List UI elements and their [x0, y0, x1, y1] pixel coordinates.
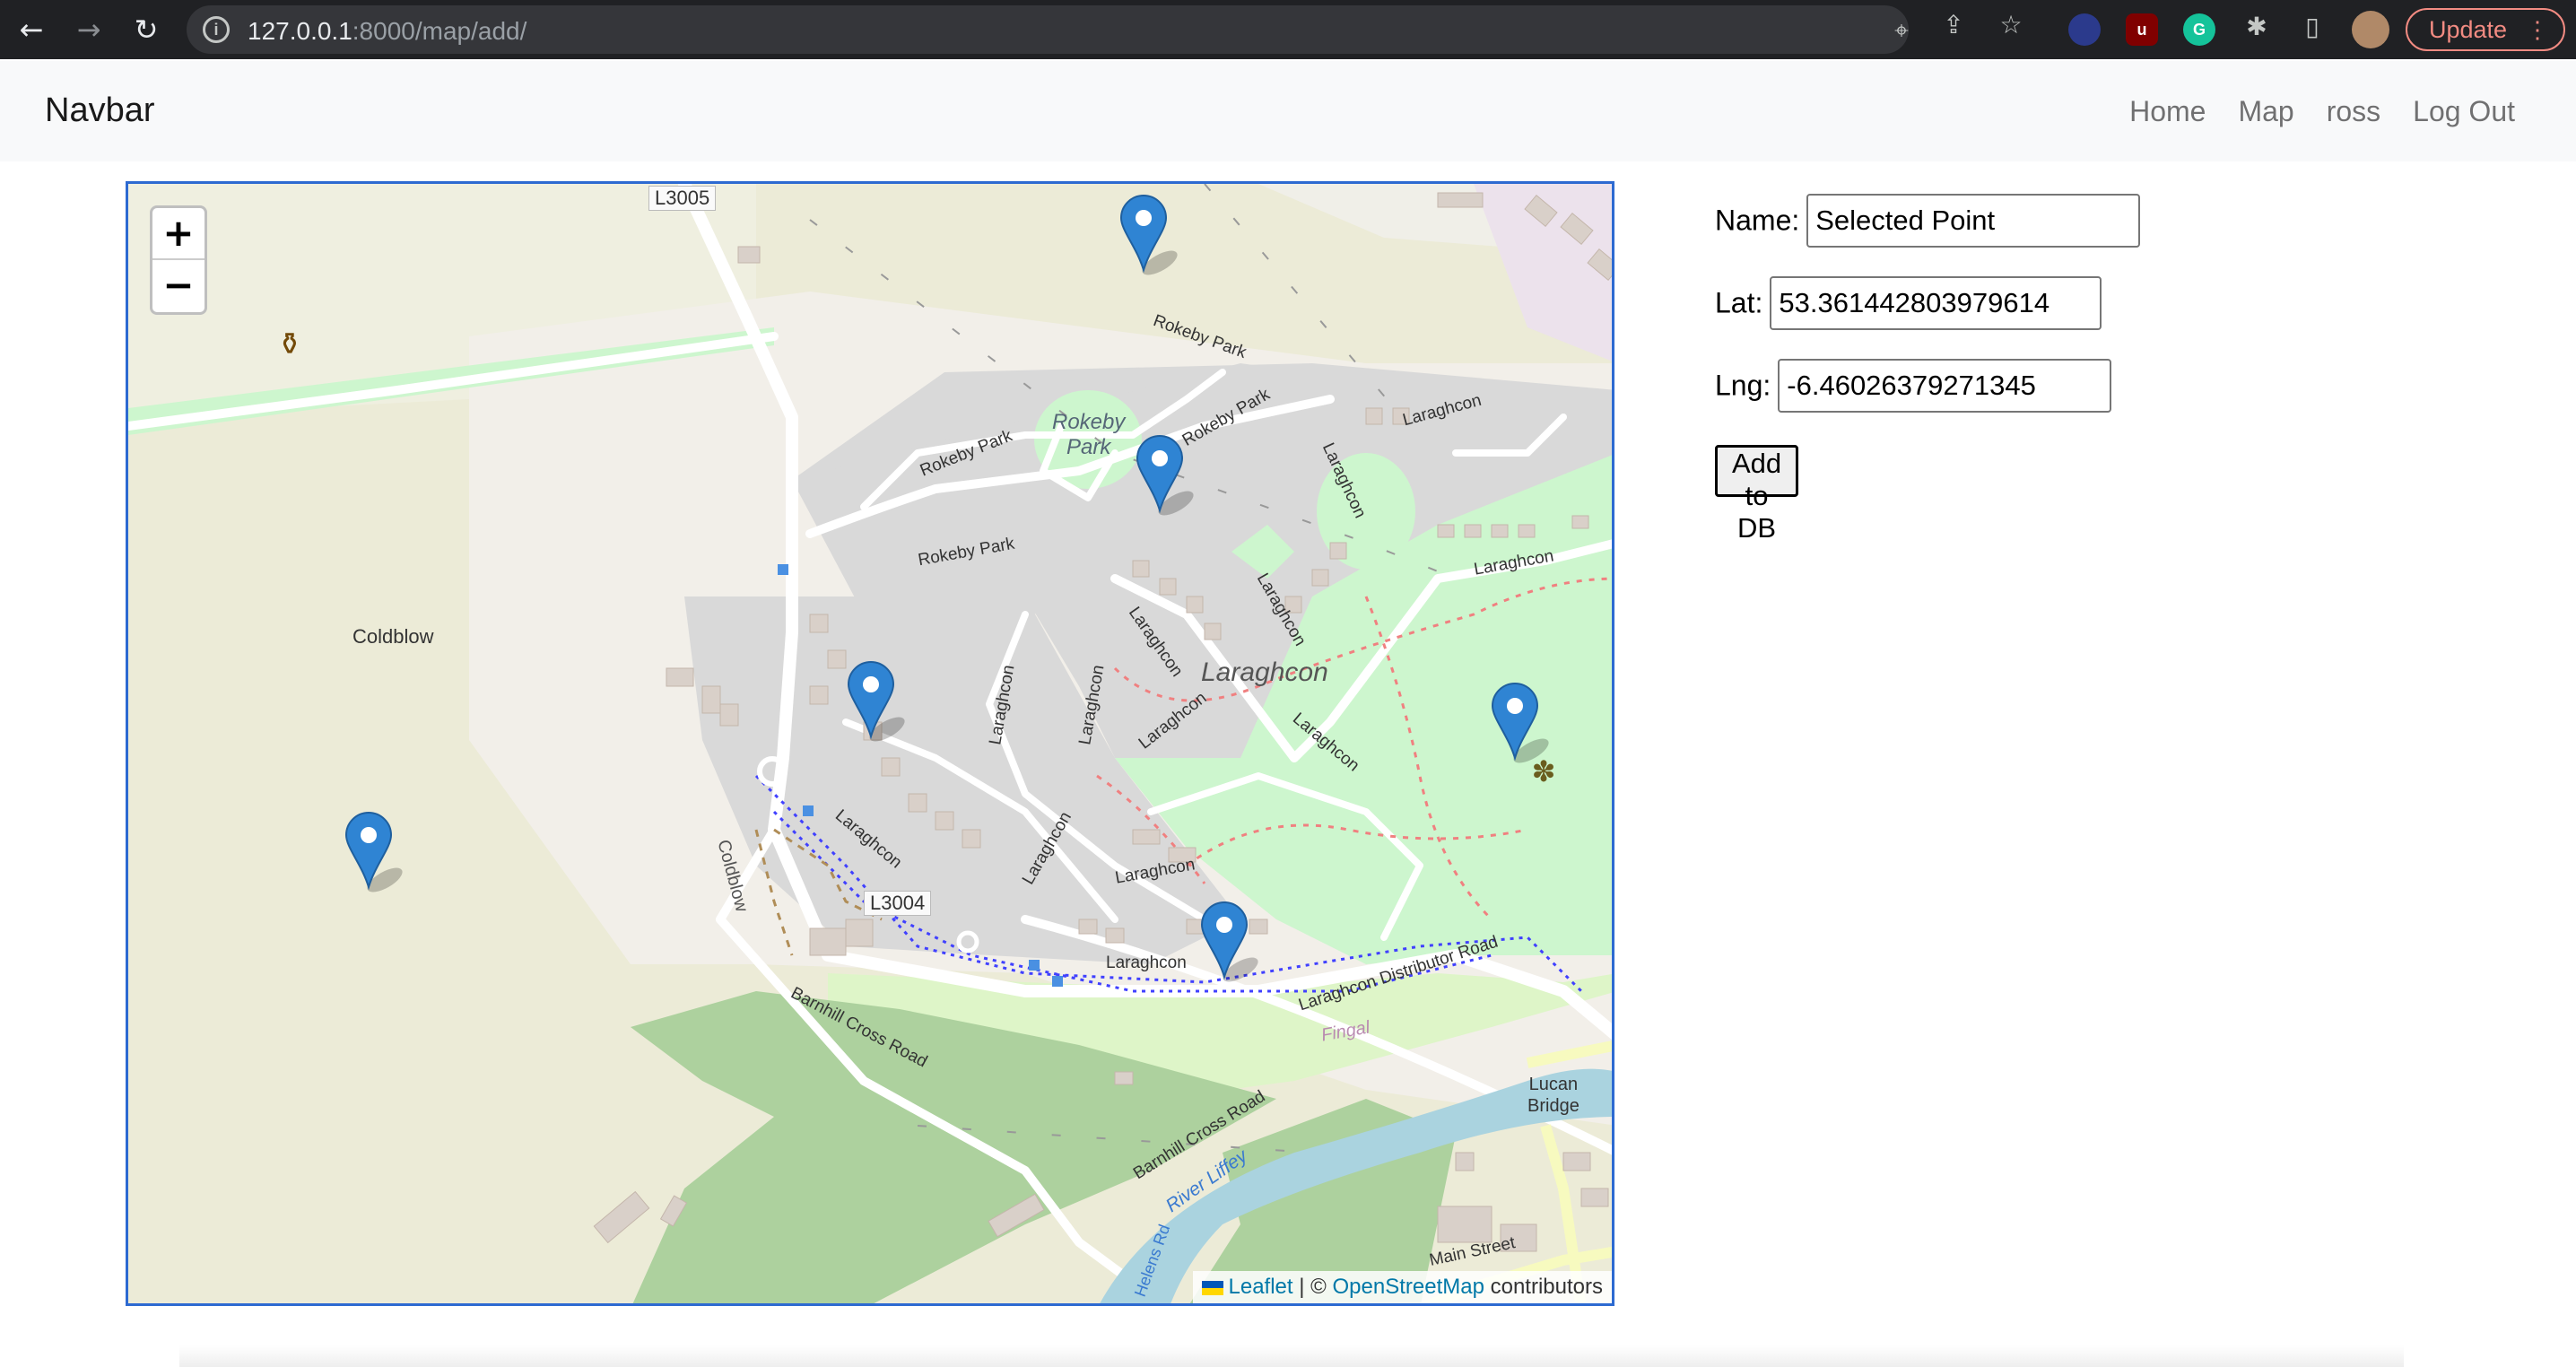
attribution-suffix: contributors: [1484, 1275, 1603, 1299]
forward-arrow-icon[interactable]: →: [70, 11, 108, 48]
back-arrow-icon[interactable]: ←: [13, 11, 50, 48]
lng-input[interactable]: [1778, 359, 2112, 413]
lat-label: Lat:: [1715, 286, 1763, 319]
navbar-brand[interactable]: Navbar: [45, 91, 155, 130]
more-menu-icon[interactable]: ⋮: [2526, 10, 2549, 49]
map-label-coldblow: Coldblow: [352, 625, 434, 648]
lng-label: Lng:: [1715, 369, 1771, 402]
leaflet-link[interactable]: Leaflet: [1229, 1275, 1293, 1299]
lng-row: Lng:: [1715, 359, 2112, 413]
update-label: Update: [2429, 16, 2508, 43]
grammarly-icon[interactable]: G: [2183, 13, 2215, 46]
ublock-icon[interactable]: u: [2126, 13, 2158, 46]
attribution-separator: | ©: [1292, 1275, 1333, 1299]
nav-link-user[interactable]: ross: [2327, 95, 2380, 128]
name-input[interactable]: [1806, 194, 2141, 248]
address-bar[interactable]: i 127.0.0.1:8000/map/add/ ⌖: [187, 5, 1909, 54]
update-button[interactable]: Update ⋮: [2406, 8, 2565, 51]
browser-toolbar: ← → ↻ i 127.0.0.1:8000/map/add/ ⌖ ⇪ ☆ u …: [0, 0, 2576, 59]
map-label-rokeby-park: Rokeby Park: [1052, 410, 1126, 459]
site-info-icon[interactable]: i: [203, 16, 230, 43]
location-pin-icon[interactable]: ⌖: [1889, 18, 1914, 43]
bookmark-star-icon[interactable]: ☆: [1998, 13, 2023, 38]
map-label-laraghcon-area: Laraghcon: [1201, 657, 1328, 687]
side-panel-icon[interactable]: ▯: [2300, 14, 2325, 39]
zoom-out-button[interactable]: −: [152, 260, 205, 312]
site-navbar: Navbar Home Map ross Log Out: [0, 61, 2576, 161]
zoom-control: + −: [150, 205, 207, 315]
add-to-db-button[interactable]: Add to DB: [1715, 445, 1799, 544]
url-path: :8000/map/add/: [352, 17, 527, 45]
zoom-in-button[interactable]: +: [152, 208, 205, 260]
nav-link-logout[interactable]: Log Out: [2413, 95, 2515, 128]
url-text[interactable]: 127.0.0.1:8000/map/add/: [248, 17, 527, 46]
map-label-l3004: L3004: [864, 891, 932, 916]
page-bottom-shadow: [179, 1345, 2404, 1367]
share-icon[interactable]: ⇪: [1941, 13, 1966, 38]
nav-link-map[interactable]: Map: [2238, 95, 2293, 128]
url-host: 127.0.0.1: [248, 17, 352, 45]
svg-text:⚱: ⚱: [277, 327, 303, 362]
profile-avatar[interactable]: [2352, 11, 2389, 48]
name-row: Name:: [1715, 194, 2141, 248]
osm-link[interactable]: OpenStreetMap: [1333, 1275, 1484, 1299]
map-label-lucan-bridge: Lucan Bridge: [1527, 1075, 1580, 1116]
lat-input[interactable]: [1770, 276, 2102, 330]
map-label-laraghcon-13: Laraghcon: [1106, 953, 1187, 972]
leaflet-map[interactable]: ⚱ ✽ L3005 L3004 Coldblow Coldblow Rokeby…: [126, 181, 1614, 1306]
map-tiles: ⚱ ✽: [128, 184, 1612, 1303]
map-label-l3005: L3005: [648, 186, 717, 211]
map-attribution: Leaflet | © OpenStreetMap contributors: [1192, 1271, 1612, 1303]
lat-row: Lat:: [1715, 276, 2102, 330]
name-label: Name:: [1715, 204, 1800, 237]
svg-text:✽: ✽: [1532, 754, 1556, 788]
ukraine-flag-icon: [1201, 1280, 1223, 1295]
reload-icon[interactable]: ↻: [127, 11, 165, 48]
navbar-links: Home Map ross Log Out: [2097, 95, 2515, 128]
extensions-puzzle-icon[interactable]: ✱: [2244, 14, 2269, 39]
extension-1-icon[interactable]: [2068, 13, 2101, 46]
nav-link-home[interactable]: Home: [2129, 95, 2206, 128]
